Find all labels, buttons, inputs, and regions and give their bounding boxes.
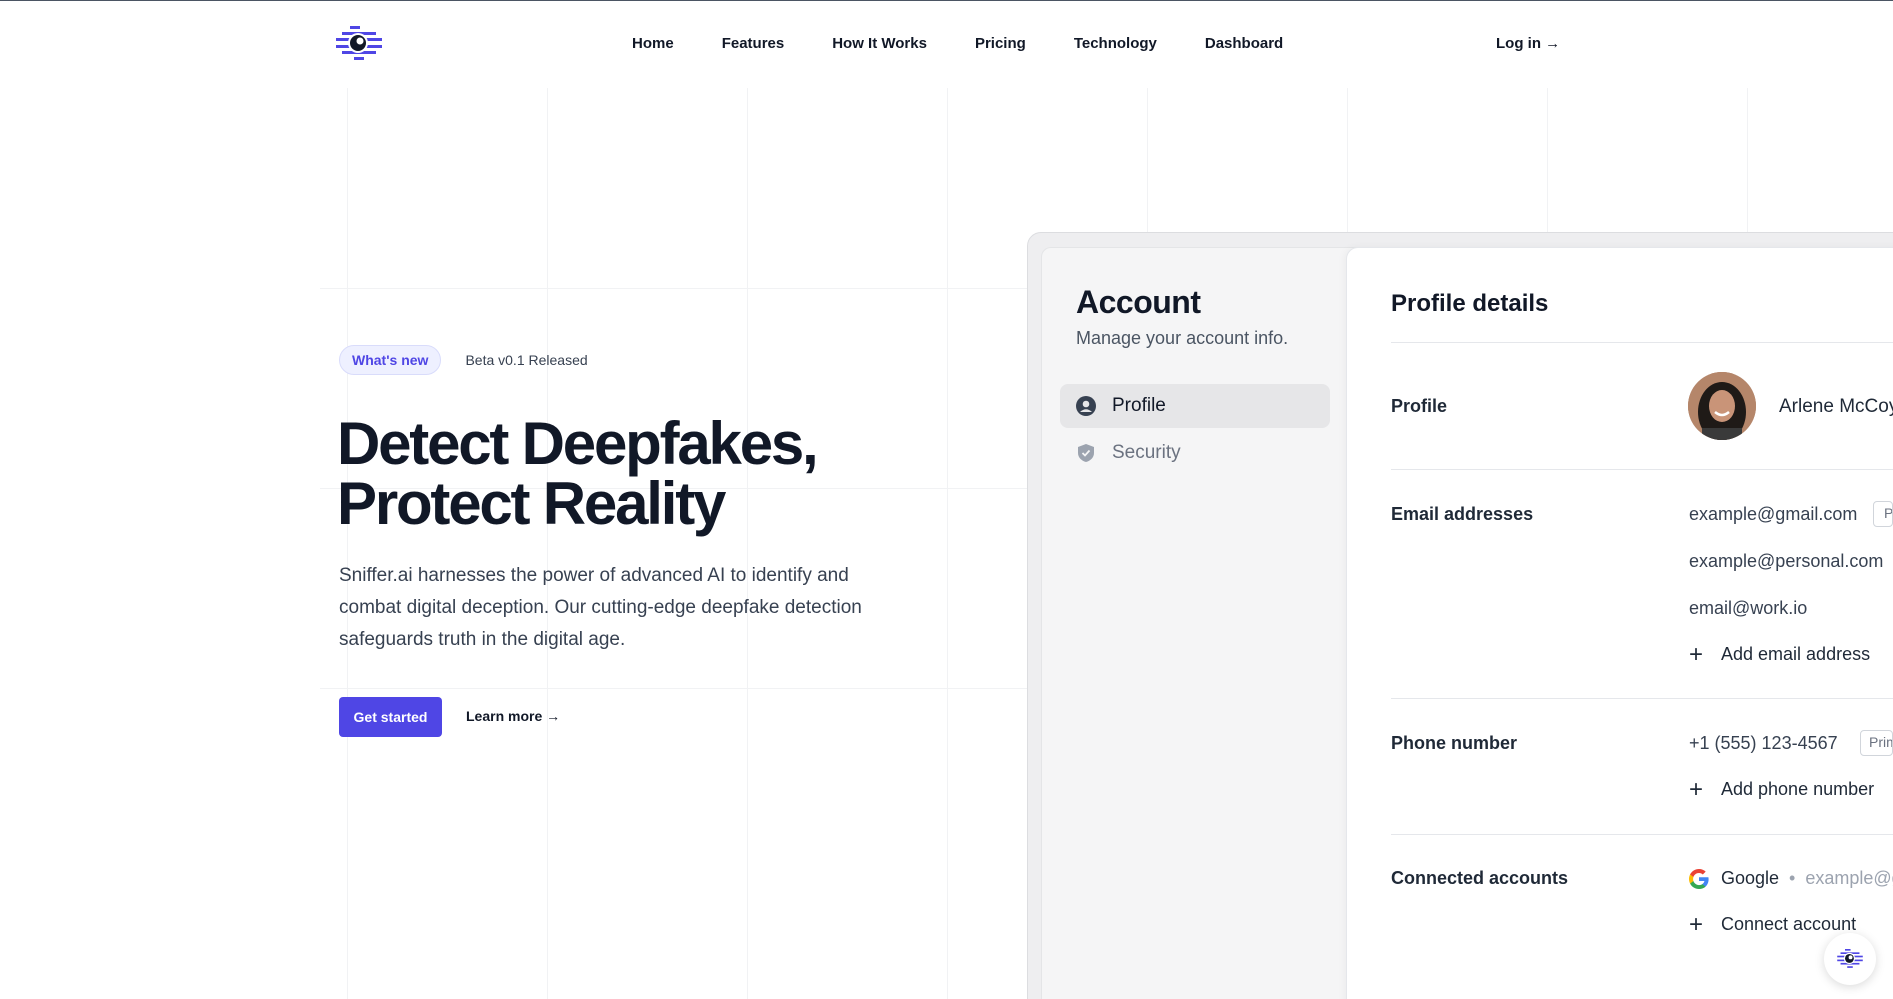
- separator-dot: •: [1789, 868, 1796, 888]
- nav-links: Home Features How It Works Pricing Techn…: [632, 35, 1331, 52]
- primary-badge: Primary: [1873, 501, 1893, 527]
- phone-number-label: Phone number: [1391, 733, 1518, 753]
- plus-icon: +: [1689, 910, 1704, 938]
- whats-new-badge[interactable]: What's new: [339, 345, 442, 375]
- plus-icon: +: [1689, 775, 1704, 803]
- get-started-button[interactable]: Get started: [339, 697, 442, 737]
- connect-account-label: Connect account: [1721, 914, 1857, 934]
- hero-description: Sniffer.ai harnesses the power of advanc…: [339, 565, 862, 650]
- divider: [1391, 342, 1893, 343]
- user-circle-icon: [1076, 396, 1096, 416]
- top-navigation: Home Features How It Works Pricing Techn…: [0, 0, 1893, 90]
- add-phone-button[interactable]: + Add phone number: [1689, 775, 1875, 803]
- assistant-fab[interactable]: [1824, 933, 1876, 985]
- phone-item[interactable]: +1 (555) 123-4567: [1689, 733, 1838, 754]
- sniffer-logo-icon: [1837, 949, 1863, 968]
- nav-features[interactable]: Features: [722, 35, 785, 52]
- nav-pricing[interactable]: Pricing: [975, 35, 1026, 52]
- avatar[interactable]: [1688, 372, 1756, 440]
- connected-provider: Google: [1721, 868, 1780, 888]
- add-email-label: Add email address: [1721, 644, 1871, 664]
- nav-home[interactable]: Home: [632, 35, 674, 52]
- connected-email: example@gmail.com: [1805, 868, 1893, 888]
- release-text[interactable]: Beta v0.1 Released: [465, 352, 587, 368]
- sidebar-item-security[interactable]: Security: [1060, 431, 1330, 475]
- email-addresses-label: Email addresses: [1391, 504, 1534, 524]
- hero-title-line-2: Protect Reality: [337, 470, 726, 537]
- profile-name: Arlene McCoy: [1779, 396, 1893, 417]
- hero-title-line-1: Detect Deepfakes,: [337, 410, 819, 477]
- divider: [1391, 834, 1893, 835]
- sniffer-logo-icon[interactable]: [336, 26, 382, 62]
- connected-accounts-label: Connected accounts: [1391, 868, 1569, 888]
- hero-title: Detect Deepfakes, Protect Reality: [337, 414, 957, 534]
- sidebar-item-label: Profile: [1112, 395, 1166, 416]
- email-item[interactable]: example@gmail.com: [1689, 504, 1857, 525]
- nav-how-it-works[interactable]: How It Works: [832, 35, 927, 52]
- add-email-button[interactable]: + Add email address: [1689, 640, 1871, 668]
- google-icon: [1689, 868, 1709, 889]
- account-title: Account: [1076, 284, 1201, 320]
- plus-icon: +: [1689, 640, 1704, 668]
- account-subtitle: Manage your account info.: [1076, 328, 1289, 348]
- login-link[interactable]: Log in →: [1496, 35, 1560, 52]
- sidebar-item-profile[interactable]: Profile: [1060, 384, 1330, 428]
- nav-technology[interactable]: Technology: [1074, 35, 1157, 52]
- connect-account-button[interactable]: + Connect account: [1689, 910, 1857, 938]
- primary-badge: Primary: [1860, 730, 1893, 756]
- divider: [1391, 698, 1893, 699]
- nav-dashboard[interactable]: Dashboard: [1205, 35, 1283, 52]
- add-phone-label: Add phone number: [1721, 779, 1875, 799]
- shield-icon: [1078, 444, 1094, 462]
- profile-details-title: Profile details: [1391, 290, 1549, 317]
- email-item[interactable]: example@personal.com: [1689, 551, 1883, 572]
- learn-more-link[interactable]: Learn more →: [466, 708, 560, 724]
- profile-label: Profile: [1391, 396, 1448, 416]
- email-item[interactable]: email@work.io: [1689, 598, 1807, 619]
- announcement-row: What's new Beta v0.1 Released: [339, 345, 588, 375]
- account-sidebar: [1041, 247, 1361, 999]
- connected-account-google[interactable]: Google • example@gmail.com: [1689, 868, 1893, 889]
- sidebar-item-label: Security: [1112, 442, 1181, 463]
- divider: [1391, 469, 1893, 470]
